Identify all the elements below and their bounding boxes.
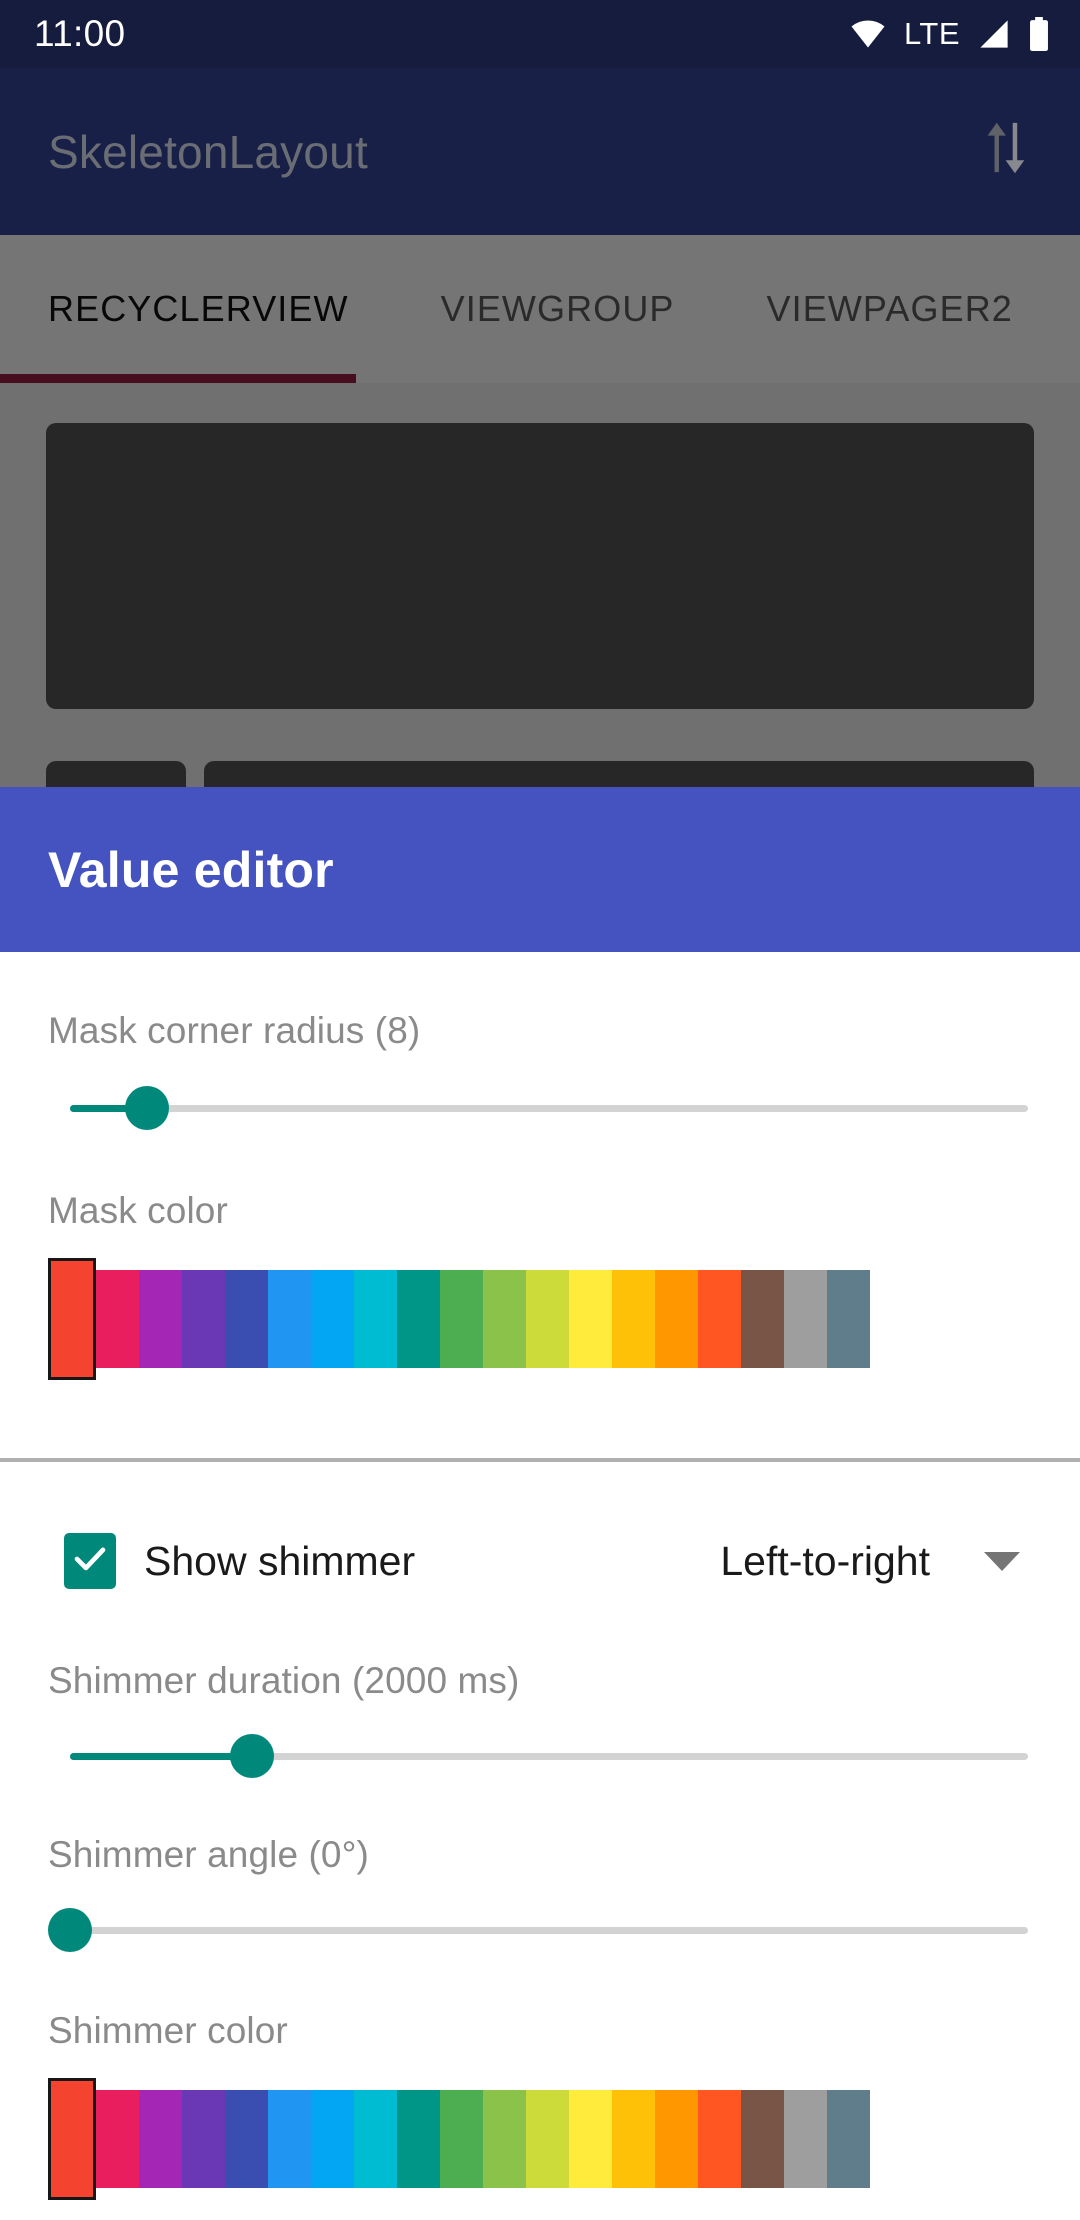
tab-active-indicator [0,374,356,383]
skeleton-placeholder-list [0,383,1080,790]
show-shimmer-row: Show shimmer Left-to-right [0,1506,1080,1616]
color-swatch[interactable] [48,2078,96,2200]
tab-viewpager2[interactable]: VIEWPAGER2 [721,235,1059,383]
color-swatch[interactable] [440,2090,483,2188]
value-editor-title: Value editor [48,841,334,898]
status-icon-group: LTE [849,16,1050,52]
tab-recyclerview[interactable]: RECYCLERVIEW [0,235,395,383]
show-shimmer-checkbox[interactable] [64,1533,116,1589]
color-swatch[interactable] [698,2090,741,2188]
color-swatch[interactable] [569,1270,612,1368]
color-swatch[interactable] [397,2090,440,2188]
tab-viewgroup[interactable]: VIEWGROUP [395,235,721,383]
color-swatch[interactable] [268,1270,311,1368]
color-swatch[interactable] [139,1270,182,1368]
content-area: RECYCLERVIEW VIEWGROUP VIEWPAGER2 [0,235,1080,790]
shimmer-angle-label: Shimmer angle (0°) [48,1834,369,1875]
color-swatch[interactable] [96,2090,139,2188]
shimmer-direction-spinner[interactable]: Left-to-right [720,1538,1080,1585]
app-bar: SkeletonLayout [0,68,1080,235]
phone-screen: 11:00 LTE SkeletonLayout RECYCLERVIEW VI… [0,0,1080,2220]
skeleton-small-block [46,761,186,790]
color-swatch[interactable] [225,2090,268,2188]
cellular-signal-icon [977,19,1011,49]
color-swatch[interactable] [225,1270,268,1368]
tab-label: VIEWGROUP [440,288,675,329]
value-editor-body: Mask corner radius (8) Mask color Show s… [0,952,1080,2200]
battery-icon [1028,17,1050,51]
color-swatch[interactable] [741,2090,784,2188]
color-swatch[interactable] [48,1258,96,1380]
color-swatch[interactable] [526,2090,569,2188]
chevron-down-icon [984,1551,1020,1571]
color-swatch[interactable] [655,1270,698,1368]
color-swatch[interactable] [483,2090,526,2188]
swap-vertical-icon [983,121,1029,182]
color-swatch[interactable] [354,2090,397,2188]
color-swatch[interactable] [698,1270,741,1368]
check-icon [73,1546,107,1577]
color-swatch[interactable] [96,1270,139,1368]
shimmer-color-label: Shimmer color [48,2010,288,2051]
mask-corner-radius-slider[interactable] [48,1076,1028,1140]
slider-thumb[interactable] [230,1734,275,1778]
slider-fill [70,1753,253,1760]
page-title: SkeletonLayout [48,125,368,178]
color-swatch[interactable] [139,2090,182,2188]
mask-color-label: Mask color [48,1190,228,1231]
tab-label: VIEWPAGER2 [766,288,1013,329]
slider-thumb[interactable] [124,1086,169,1130]
skeleton-row [46,761,1034,790]
color-swatch[interactable] [483,1270,526,1368]
shimmer-direction-value: Left-to-right [720,1537,930,1584]
wifi-icon [849,19,887,49]
color-swatch[interactable] [612,2090,655,2188]
status-bar: 11:00 LTE [0,0,1080,68]
show-shimmer-label: Show shimmer [144,1537,416,1584]
skeleton-wide-block [204,761,1034,790]
color-swatch[interactable] [741,1270,784,1368]
slider-track [70,1927,1028,1934]
color-swatch[interactable] [311,1270,354,1368]
status-clock: 11:00 [34,13,126,54]
color-swatch[interactable] [569,2090,612,2188]
color-swatch[interactable] [268,2090,311,2188]
color-swatch[interactable] [612,1270,655,1368]
skeleton-hero-block [46,423,1034,709]
color-swatch[interactable] [655,2090,698,2188]
tab-bar: RECYCLERVIEW VIEWGROUP VIEWPAGER2 [0,235,1080,383]
shimmer-duration-slider[interactable] [48,1724,1028,1788]
color-swatch[interactable] [354,1270,397,1368]
mask-corner-radius-label: Mask corner radius (8) [48,1010,421,1051]
slider-thumb[interactable] [48,1908,92,1952]
mask-color-palette[interactable] [48,1258,1080,1380]
color-swatch[interactable] [827,1270,870,1368]
tab-label: RECYCLERVIEW [48,288,349,329]
slider-track [70,1105,1028,1112]
value-editor-sheet: Value editor Mask corner radius (8) Mask… [0,787,1080,2220]
color-swatch[interactable] [827,2090,870,2188]
color-swatch[interactable] [397,1270,440,1368]
color-swatch[interactable] [440,1270,483,1368]
color-swatch[interactable] [311,2090,354,2188]
color-swatch[interactable] [784,1270,827,1368]
swap-vertical-button[interactable] [968,114,1044,190]
shimmer-angle-slider[interactable] [48,1898,1028,1962]
color-swatch[interactable] [182,2090,225,2188]
color-swatch[interactable] [784,2090,827,2188]
color-swatch[interactable] [182,1270,225,1368]
shimmer-color-palette[interactable] [48,2078,1080,2200]
value-editor-header: Value editor [0,787,1080,952]
color-swatch[interactable] [526,1270,569,1368]
lte-label: LTE [903,16,960,51]
shimmer-duration-label: Shimmer duration (2000 ms) [48,1660,520,1701]
